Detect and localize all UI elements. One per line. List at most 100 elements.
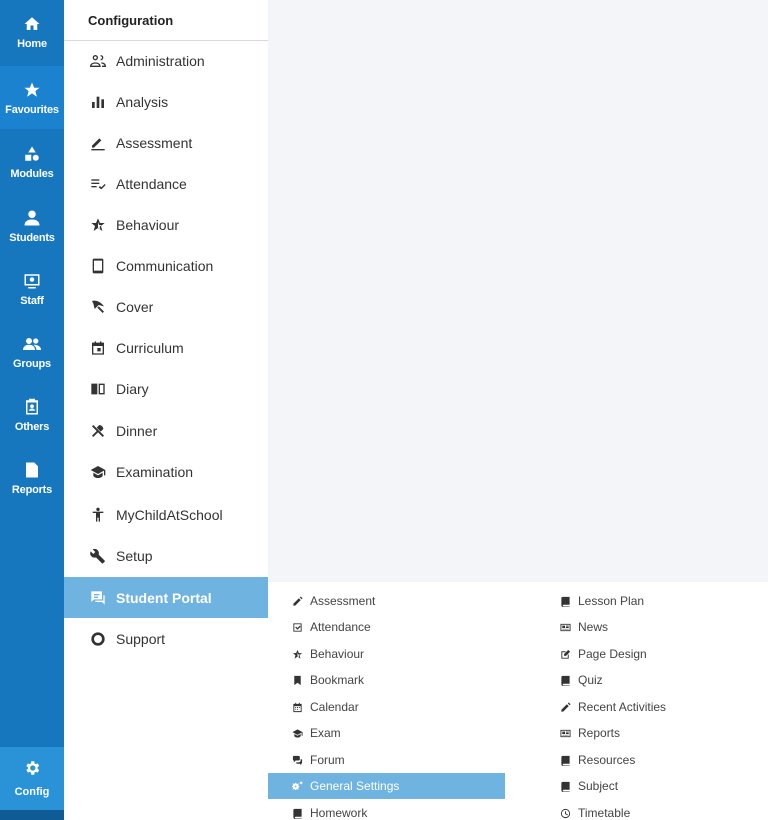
config-item-label: MyChildAtSchool [116, 506, 223, 523]
umbrella-icon [88, 297, 108, 317]
submenu-item-label: Attendance [310, 620, 371, 634]
submenu-item-news[interactable]: News [558, 614, 608, 640]
submenu-item-resources[interactable]: Resources [558, 747, 635, 773]
submenu-item-homework[interactable]: Homework [290, 800, 367, 820]
pencil-icon [290, 594, 304, 608]
book-open-icon [88, 379, 108, 399]
config-item-curriculum[interactable]: Curriculum [64, 327, 268, 368]
submenu-item-forum[interactable]: Forum [290, 747, 345, 773]
rail-item-favourites[interactable]: Favourites [0, 66, 64, 129]
submenu-item-label: Resources [578, 753, 636, 767]
submenu-item-exam[interactable]: Exam [290, 720, 341, 746]
config-item-analysis[interactable]: Analysis [64, 81, 268, 122]
rail-item-reports[interactable]: Reports [0, 446, 64, 509]
newspaper-icon [558, 620, 572, 634]
submenu-item-assessment[interactable]: Assessment [290, 588, 375, 614]
config-item-label: Communication [116, 257, 214, 274]
rail-item-label: Modules [10, 167, 54, 180]
shapes-icon [22, 144, 42, 164]
rail-item-others[interactable]: Others [0, 383, 64, 446]
submenu-item-behaviour[interactable]: Behaviour [290, 641, 364, 667]
config-item-label: Setup [116, 547, 153, 564]
config-item-label: Dinner [116, 422, 158, 439]
edit-square-icon [558, 647, 572, 661]
submenu-item-attendance[interactable]: Attendance [290, 614, 371, 640]
submenu-item-quiz[interactable]: Quiz [558, 667, 603, 693]
clock-icon [558, 806, 572, 820]
configuration-menu: Configuration Administration Analysis As… [64, 0, 268, 820]
submenu-item-page-design[interactable]: Page Design [558, 641, 647, 667]
submenu-item-label: Exam [310, 726, 341, 740]
rail-item-students[interactable]: Students [0, 194, 64, 257]
config-item-label: Analysis [116, 93, 169, 110]
config-item-administration[interactable]: Administration [64, 40, 268, 81]
rail-item-label: Students [9, 231, 55, 244]
gear-icon [23, 759, 41, 782]
rail-item-config[interactable]: Config [0, 747, 64, 810]
config-item-cover[interactable]: Cover [64, 286, 268, 327]
pencil-line-icon [88, 133, 108, 153]
book-icon [558, 594, 572, 608]
rail-item-label: Others [14, 420, 50, 433]
config-item-mychildatschool[interactable]: MyChildAtSchool [64, 494, 268, 535]
config-item-dinner[interactable]: Dinner [64, 410, 268, 451]
config-item-label: Student Portal [116, 589, 212, 606]
wrench-icon [88, 546, 108, 566]
submenu-item-label: Timetable [578, 806, 631, 820]
config-item-label: Curriculum [116, 339, 184, 356]
config-item-support[interactable]: Support [64, 618, 268, 659]
submenu-item-general-settings[interactable]: General Settings [268, 773, 505, 799]
book-icon [558, 673, 572, 687]
book-icon [290, 806, 304, 820]
config-item-label: Diary [116, 380, 149, 397]
rail-item-modules[interactable]: Modules [0, 130, 64, 193]
config-item-communication[interactable]: Communication [64, 245, 268, 286]
configuration-title: Configuration [64, 0, 268, 41]
config-item-label: Examination [116, 463, 194, 480]
rail-item-label: Config [14, 786, 50, 798]
calendar-icon [290, 700, 304, 714]
content-area [268, 0, 768, 582]
config-item-examination[interactable]: Examination [64, 451, 268, 492]
config-item-assessment[interactable]: Assessment [64, 122, 268, 163]
list-check-icon [88, 174, 108, 194]
submenu-item-recent-activities[interactable]: Recent Activities [558, 694, 666, 720]
rail-item-groups[interactable]: Groups [0, 320, 64, 383]
person-icon [22, 208, 42, 228]
chat-icon [88, 588, 108, 608]
config-item-setup[interactable]: Setup [64, 535, 268, 576]
config-item-diary[interactable]: Diary [64, 368, 268, 409]
submenu-item-label: News [578, 620, 609, 634]
group-icon [22, 334, 42, 354]
config-item-behaviour[interactable]: Behaviour [64, 204, 268, 245]
utensils-icon [88, 421, 108, 441]
config-item-student-portal[interactable]: Student Portal [64, 577, 268, 618]
config-item-attendance[interactable]: Attendance [64, 163, 268, 204]
staff-screen-icon [22, 271, 42, 291]
submenu-item-label: Forum [310, 753, 345, 767]
bookmark-icon [290, 673, 304, 687]
rail-bottom-strip [0, 810, 64, 820]
home-icon [22, 14, 42, 34]
config-item-label: Assessment [116, 134, 193, 151]
submenu-item-subject[interactable]: Subject [558, 773, 618, 799]
submenu-item-bookmark[interactable]: Bookmark [290, 667, 364, 693]
pencil-icon [558, 700, 572, 714]
submenu-item-reports[interactable]: Reports [558, 720, 620, 746]
nav-rail: Home Favourites Modules Students Staff G… [0, 0, 64, 820]
star-half-icon [290, 647, 304, 661]
book-icon [558, 753, 572, 767]
rail-item-staff[interactable]: Staff [0, 257, 64, 320]
document-icon [22, 460, 42, 480]
submenu-item-lesson-plan[interactable]: Lesson Plan [558, 588, 644, 614]
rail-item-home[interactable]: Home [0, 0, 64, 63]
phone-icon [88, 256, 108, 276]
book-icon [558, 779, 572, 793]
submenu-item-timetable[interactable]: Timetable [558, 800, 630, 820]
submenu-item-label: Reports [578, 726, 621, 740]
submenu-item-calendar[interactable]: Calendar [290, 694, 359, 720]
rail-item-label: Staff [20, 294, 44, 307]
config-item-label: Attendance [116, 175, 187, 192]
gears-icon [290, 779, 304, 793]
config-item-label: Behaviour [116, 216, 180, 233]
